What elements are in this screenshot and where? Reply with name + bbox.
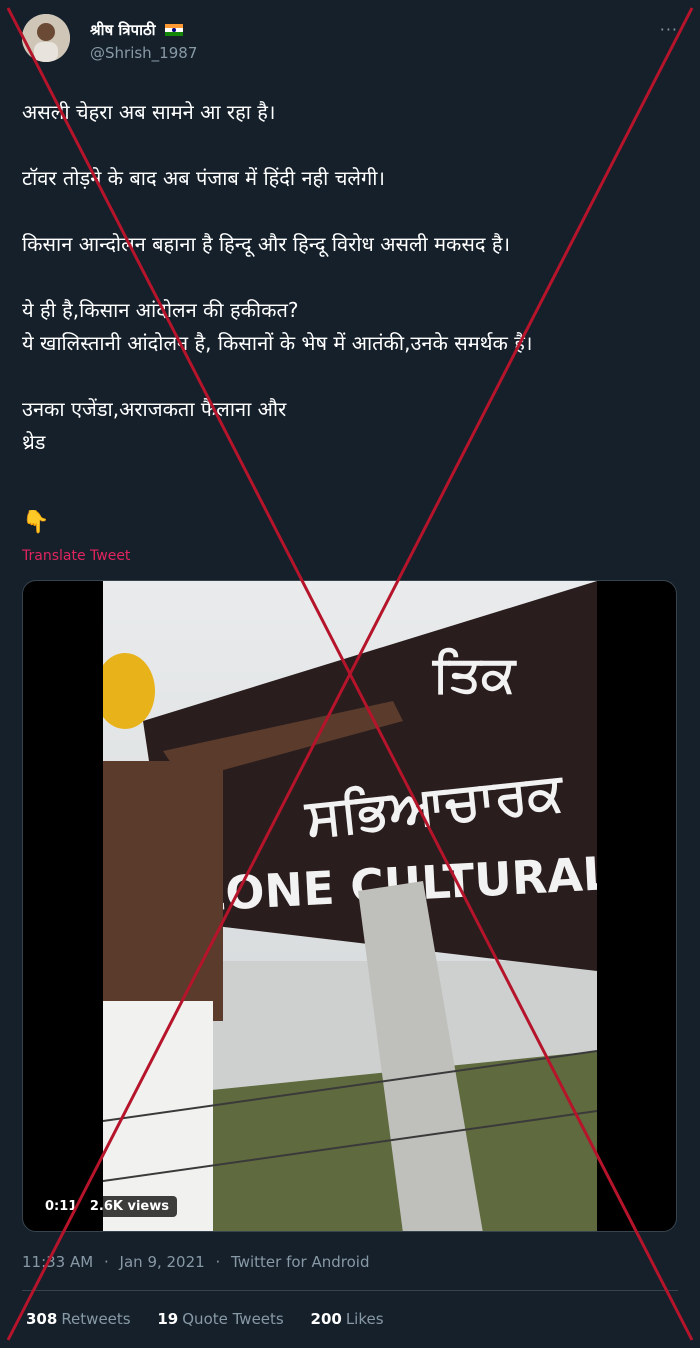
video-duration: 0:11 — [45, 1199, 78, 1214]
tweet-date[interactable]: Jan 9, 2021 — [120, 1253, 205, 1271]
author-name[interactable]: श्रीष त्रिपाठी — [90, 20, 183, 40]
video-player[interactable]: ਤਿਕ ਸਭਿਆਚਾਰਕ ZONE CULTURAL 0:11 2.6K vie… — [22, 580, 677, 1232]
author-handle[interactable]: @Shrish_1987 — [90, 44, 197, 62]
video-views: 2.6K views — [89, 1199, 169, 1214]
translate-tweet-link[interactable]: Translate Tweet — [22, 548, 130, 564]
tweet-meta: 11:33 AM · Jan 9, 2021 · Twitter for And… — [22, 1253, 369, 1271]
engagement-stats: 308 Retweets 19 Quote Tweets 200 Likes — [26, 1310, 406, 1328]
tweet-time[interactable]: 11:33 AM — [22, 1253, 93, 1271]
retweets-stat[interactable]: 308 Retweets — [26, 1310, 131, 1328]
avatar-photo-icon — [22, 14, 70, 62]
tweet-text: असली चेहरा अब सामने आ रहा है। टॉवर तोड़न… — [22, 100, 533, 454]
more-options-icon[interactable]: ··· — [660, 20, 678, 39]
quote-tweets-stat[interactable]: 19 Quote Tweets — [157, 1310, 283, 1328]
separator-dot: · — [103, 1253, 109, 1271]
likes-stat[interactable]: 200 Likes — [311, 1310, 384, 1328]
video-duration-views-badge: 0:11 2.6K views — [37, 1196, 177, 1217]
tweet-card: श्रीष त्रिपाठी @Shrish_1987 ··· असली चेह… — [0, 0, 700, 1348]
video-thumbnail: ਤਿਕ ਸਭਿਆਚਾਰਕ ZONE CULTURAL — [103, 581, 597, 1231]
india-flag-icon — [164, 24, 183, 36]
tweet-source[interactable]: Twitter for Android — [231, 1253, 369, 1271]
sign-text-top: ਤਿਕ — [431, 645, 517, 703]
separator-dot: · — [215, 1253, 221, 1271]
avatar[interactable] — [22, 14, 70, 62]
divider — [22, 1290, 678, 1291]
pointing-down-emoji: 👇 — [22, 510, 50, 535]
